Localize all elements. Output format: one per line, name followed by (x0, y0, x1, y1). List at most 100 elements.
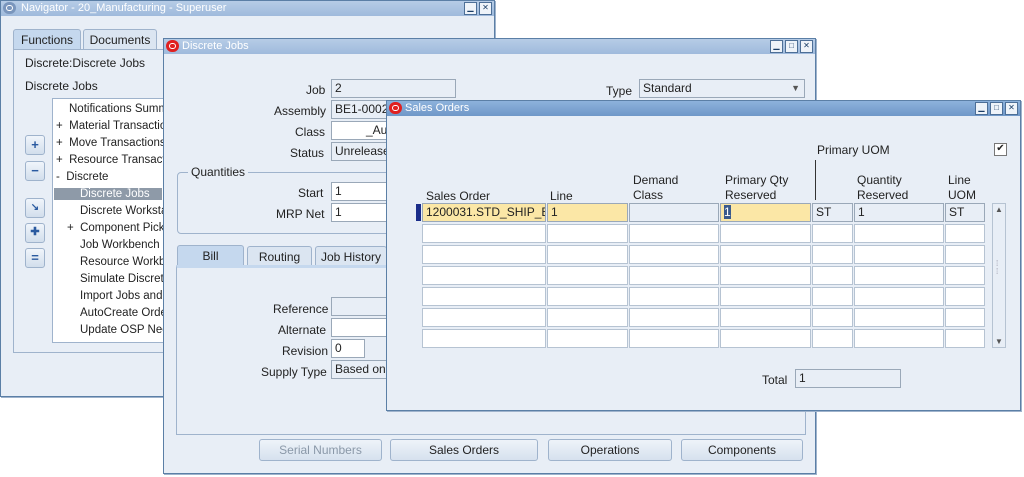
tree-item[interactable]: + Resource Transact (56, 154, 165, 166)
tree-item[interactable]: Resource Workb (80, 256, 165, 268)
empty-grid-cell[interactable] (812, 224, 853, 243)
empty-grid-cell[interactable] (854, 245, 944, 264)
serial-numbers-button[interactable]: Serial Numbers (259, 439, 382, 461)
line-uom-field[interactable]: ST (945, 203, 985, 222)
collapse-icon[interactable]: − (25, 161, 45, 181)
alternate-field[interactable] (331, 318, 391, 337)
empty-grid-cell[interactable] (945, 266, 985, 285)
tree-item-selected[interactable]: Discrete Jobs (54, 188, 162, 200)
sales-order-field[interactable]: 1200031.STD_SHIP_EX (422, 203, 546, 222)
expand-all-icon[interactable]: ✚ (25, 223, 45, 243)
mrp-net-field[interactable]: 1 (331, 203, 391, 222)
reference-field[interactable] (331, 297, 391, 316)
empty-grid-cell[interactable] (945, 287, 985, 306)
tab-documents[interactable]: Documents (83, 29, 157, 50)
close-icon[interactable]: ✕ (800, 40, 813, 53)
empty-grid-cell[interactable] (945, 329, 985, 348)
empty-grid-cell[interactable] (422, 329, 546, 348)
empty-grid-cell[interactable] (854, 329, 944, 348)
close-icon[interactable]: ✕ (1005, 102, 1018, 115)
empty-grid-cell[interactable] (945, 245, 985, 264)
sales-orders-titlebar[interactable]: Sales Orders (387, 101, 1020, 116)
empty-grid-cell[interactable] (629, 308, 719, 327)
tree-item[interactable]: + Component Pick (67, 222, 164, 234)
empty-grid-cell[interactable] (812, 266, 853, 285)
maximize-icon[interactable]: □ (990, 102, 1003, 115)
quantity-reserved-field[interactable]: 1 (854, 203, 944, 222)
empty-grid-cell[interactable] (812, 329, 853, 348)
empty-grid-cell[interactable] (812, 308, 853, 327)
empty-grid-cell[interactable] (720, 224, 811, 243)
empty-grid-cell[interactable] (945, 308, 985, 327)
empty-grid-cell[interactable] (812, 245, 853, 264)
empty-grid-cell[interactable] (629, 266, 719, 285)
empty-grid-cell[interactable] (547, 245, 628, 264)
scroll-down-icon[interactable]: ▼ (995, 337, 1003, 346)
maximize-icon[interactable]: □ (785, 40, 798, 53)
empty-grid-cell[interactable] (720, 266, 811, 285)
primary-uom-field[interactable]: ST (812, 203, 853, 222)
empty-grid-cell[interactable] (854, 308, 944, 327)
empty-grid-cell[interactable] (629, 287, 719, 306)
discrete-jobs-titlebar[interactable]: Discrete Jobs (164, 39, 815, 54)
tree-item[interactable]: Discrete Workstat (80, 205, 165, 217)
minimize-icon[interactable]: ▁ (770, 40, 783, 53)
close-icon[interactable]: ✕ (479, 2, 492, 15)
tree-item[interactable]: + Move Transactions (56, 137, 165, 149)
empty-grid-cell[interactable] (547, 308, 628, 327)
supply-type-field[interactable]: Based on (331, 360, 391, 379)
components-button[interactable]: Components (681, 439, 803, 461)
scroll-up-icon[interactable]: ▲ (995, 205, 1003, 214)
tree-item[interactable]: Simulate Discret (80, 273, 164, 285)
empty-grid-cell[interactable] (854, 224, 944, 243)
empty-grid-cell[interactable] (547, 266, 628, 285)
vertical-scrollbar[interactable]: ▲ ⁞ ⁞ ▼ (992, 203, 1006, 348)
empty-grid-cell[interactable] (812, 287, 853, 306)
empty-grid-cell[interactable] (720, 287, 811, 306)
tree-item[interactable]: Import Jobs and S (80, 290, 165, 302)
demand-class-field[interactable] (629, 203, 719, 222)
empty-grid-cell[interactable] (547, 287, 628, 306)
empty-grid-cell[interactable] (629, 329, 719, 348)
tab-routing[interactable]: Routing (247, 246, 312, 267)
operations-button[interactable]: Operations (548, 439, 672, 461)
empty-grid-cell[interactable] (422, 224, 546, 243)
empty-grid-cell[interactable] (422, 287, 546, 306)
empty-grid-cell[interactable] (720, 329, 811, 348)
empty-grid-cell[interactable] (854, 287, 944, 306)
sales-orders-button[interactable]: Sales Orders (390, 439, 538, 461)
function-tree[interactable]: Notifications Summ + Material Transactio… (52, 98, 166, 343)
empty-grid-cell[interactable] (547, 224, 628, 243)
empty-grid-cell[interactable] (629, 224, 719, 243)
start-field[interactable]: 1 (331, 182, 391, 201)
empty-grid-cell[interactable] (945, 224, 985, 243)
tab-job-history[interactable]: Job History (315, 246, 387, 267)
type-select[interactable]: Standard ▼ (639, 79, 805, 98)
empty-grid-cell[interactable] (422, 266, 546, 285)
tab-bill[interactable]: Bill (177, 245, 244, 266)
current-row-indicator[interactable] (416, 204, 421, 221)
minimize-icon[interactable]: ▁ (464, 2, 477, 15)
revision-field[interactable]: 0 (331, 339, 365, 358)
empty-grid-cell[interactable] (854, 266, 944, 285)
tab-functions[interactable]: Functions (13, 29, 81, 50)
empty-grid-cell[interactable] (422, 308, 546, 327)
empty-grid-cell[interactable] (629, 245, 719, 264)
tree-item[interactable]: Update OSP Nee (80, 324, 165, 336)
navigator-titlebar[interactable]: Navigator - 20_Manufacturing - Superuser (1, 1, 494, 16)
empty-grid-cell[interactable] (547, 329, 628, 348)
tree-item[interactable]: Job Workbench (80, 239, 160, 251)
collapse-all-icon[interactable]: = (25, 248, 45, 268)
empty-grid-cell[interactable] (720, 308, 811, 327)
tree-item[interactable]: AutoCreate Orde (80, 307, 165, 319)
minimize-icon[interactable]: ▁ (975, 102, 988, 115)
tree-item[interactable]: + Material Transactio (56, 120, 165, 132)
line-field[interactable]: 1 (547, 203, 628, 222)
tree-item[interactable]: - Discrete (56, 171, 108, 183)
empty-grid-cell[interactable] (720, 245, 811, 264)
primary-qty-reserved-field[interactable]: 1 (720, 203, 811, 222)
empty-grid-cell[interactable] (422, 245, 546, 264)
expand-branch-icon[interactable]: ↘ (25, 198, 45, 218)
total-field[interactable]: 1 (795, 369, 901, 388)
tree-item[interactable]: Notifications Summ (69, 103, 165, 115)
